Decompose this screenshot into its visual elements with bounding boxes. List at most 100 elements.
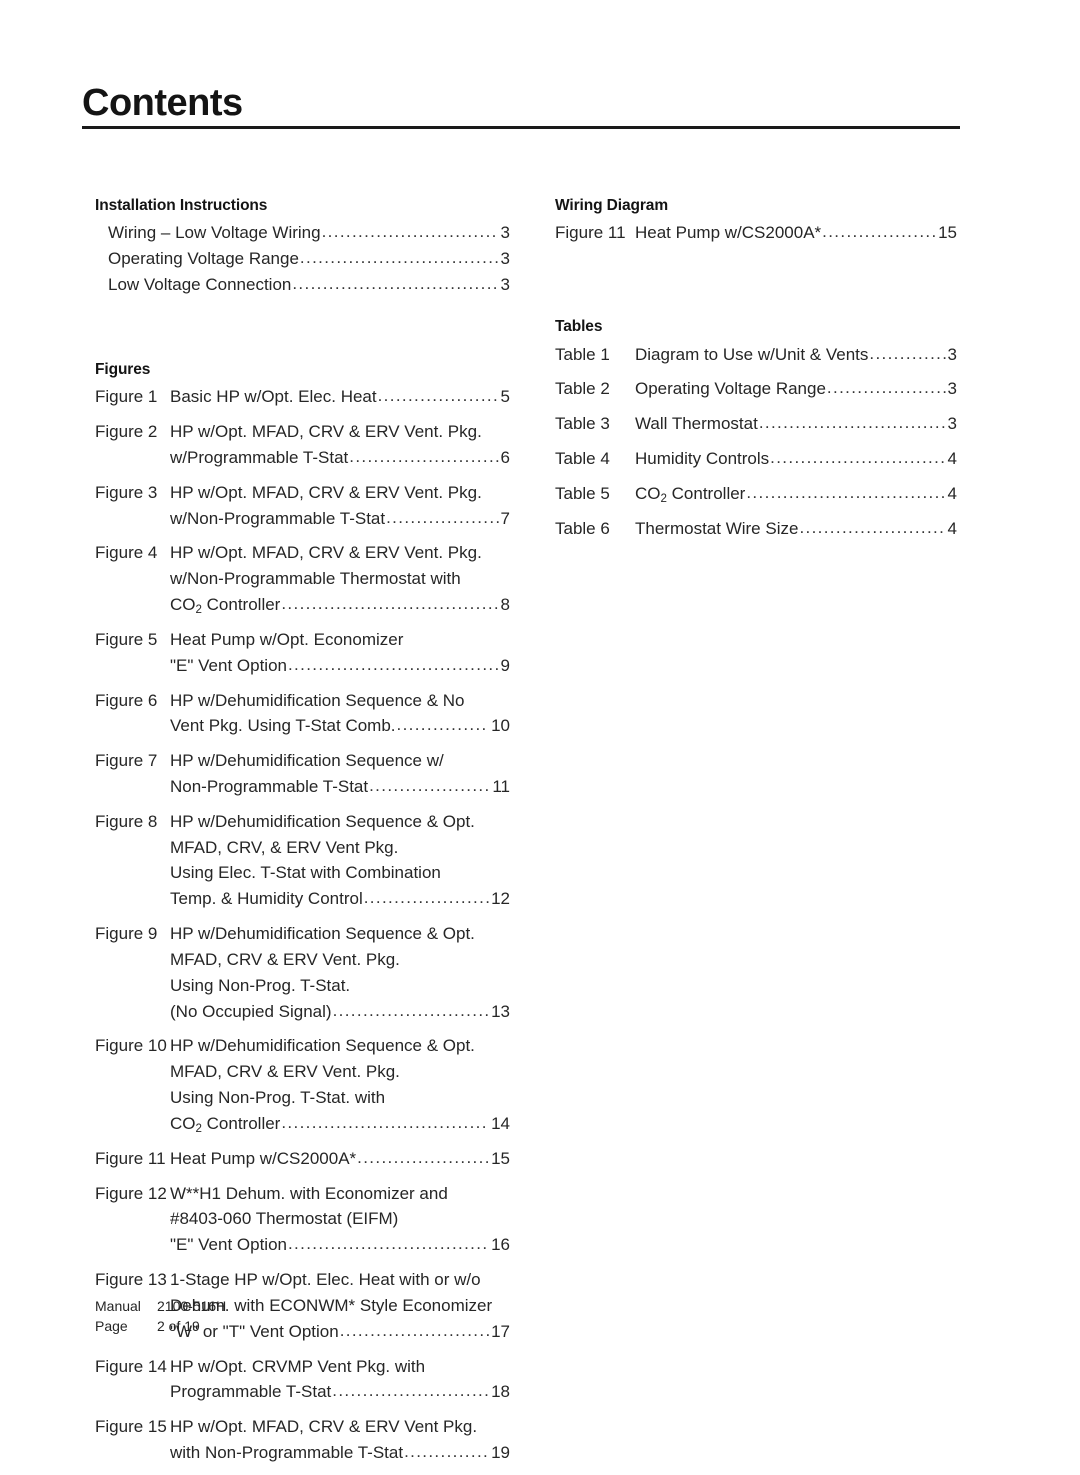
toc-entry-text: w/Programmable T-Stat: [170, 447, 349, 467]
toc-entry-leader-dots: [288, 652, 499, 678]
toc-entry-line: CO2 Controller 8: [170, 592, 510, 618]
toc-entry-line: Vent Pkg. Using T-Stat Comb. 10: [170, 713, 510, 739]
toc-entry-page-number: 3: [947, 344, 957, 364]
toc-entry-leader-dots: [369, 773, 490, 799]
toc-entry-table-6[interactable]: Table 6 Thermostat Wire Size 4: [555, 516, 957, 542]
toc-entry-line: HP w/Opt. CRVMP Vent Pkg. with: [170, 1354, 510, 1380]
footer-manual-number: 2100-516H: [157, 1298, 227, 1314]
toc-entry-figure-5[interactable]: Figure 5 Heat Pump w/Opt. Economizer "E" V…: [95, 627, 510, 679]
toc-entry-figure-14[interactable]: Figure 14 HP w/Opt. CRVMP Vent Pkg. with P…: [95, 1354, 510, 1406]
toc-entry-body: HP w/Opt. MFAD, CRV & ERV Vent. Pkg. w/No…: [170, 480, 510, 532]
toc-entry-page-number: 13: [491, 1001, 510, 1021]
toc-entry-leader-dots: [322, 219, 499, 245]
toc-entry-text: Diagram to Use w/Unit & Vents: [635, 344, 869, 364]
toc-entry-table-5[interactable]: Table 5 CO2 Controller 4: [555, 481, 957, 507]
toc-entry-line: Using Non-Prog. T-Stat.: [170, 973, 510, 999]
toc-entry-line: Programmable T-Stat 18: [170, 1379, 510, 1405]
toc-entry-text: HP w/Dehumidification Sequence w/: [170, 751, 444, 771]
toc-entry-line: HP w/Opt. MFAD, CRV & ERV Vent. Pkg.: [170, 419, 510, 445]
toc-entry-label: Table 6: [555, 518, 610, 538]
toc-entry-text: HP w/Opt. MFAD, CRV & ERV Vent. Pkg.: [170, 482, 482, 502]
toc-entry-leader-dots: [770, 445, 945, 471]
toc-entry-text: HP w/Opt. MFAD, CRV & ERV Vent Pkg.: [170, 1417, 478, 1437]
toc-entry-line: (No Occupied Signal) 13: [170, 999, 510, 1025]
toc-entry-figure-4[interactable]: Figure 4 HP w/Opt. MFAD, CRV & ERV Vent. …: [95, 540, 510, 617]
toc-entry-table-4[interactable]: Table 4 Humidity Controls 4: [555, 446, 957, 472]
toc-entry-figure-12[interactable]: Figure 12 W**H1 Dehum. with Economizer an…: [95, 1181, 510, 1258]
toc-entry-body: Diagram to Use w/Unit & Vents 3: [635, 342, 957, 368]
toc-entry-leader-dots: [746, 480, 945, 506]
toc-entry-figure-11[interactable]: Figure 11Heat Pump w/CS2000A*15: [555, 220, 957, 246]
toc-entry-figure-2[interactable]: Figure 2 HP w/Opt. MFAD, CRV & ERV Vent. …: [95, 419, 510, 471]
toc-entry-page-number: 4: [947, 483, 957, 503]
toc-entry-text: "E" Vent Option: [170, 1235, 287, 1255]
toc-entry-body: Humidity Controls 4: [635, 446, 957, 472]
toc-entry-leader-dots: [281, 1110, 489, 1136]
toc-entry-text: w/Non-Programmable Thermostat with: [170, 569, 461, 589]
toc-entry-leader-dots: [397, 712, 490, 738]
toc-entry[interactable]: Low Voltage Connection 3: [95, 272, 510, 298]
toc-entry-label: Figure 14: [95, 1356, 167, 1376]
toc-entry-figure-15[interactable]: Figure 15 HP w/Opt. MFAD, CRV & ERV Vent …: [95, 1414, 510, 1466]
toc-entry-text: Temp. & Humidity Control: [170, 889, 363, 909]
toc-entry-line: Heat Pump w/CS2000A* 15: [170, 1146, 510, 1172]
toc-entry-leader-dots: [357, 1145, 489, 1171]
toc-entry-line: W**H1 Dehum. with Economizer and: [170, 1181, 510, 1207]
toc-entry-line: CO2 Controller 4: [635, 481, 957, 507]
toc-entry-body: HP w/Dehumidification Sequence & Opt. MFA…: [170, 809, 510, 912]
title-underline-rule: [82, 126, 960, 129]
toc-entry-label: Figure 6: [95, 690, 158, 710]
page-header: Contents: [82, 84, 960, 129]
toc-entry-body: HP w/Dehumidification Sequence w/Non-Pro…: [170, 748, 510, 800]
toc-entry-body: HP w/Opt. MFAD, CRV & ERV Vent Pkg. with …: [170, 1414, 510, 1466]
section-heading-wiring-diagram: Wiring Diagram: [555, 197, 669, 214]
toc-entry-page-number: 3: [947, 379, 957, 399]
toc-entry-leader-dots: [333, 998, 490, 1024]
toc-entry-text: Heat Pump w/Opt. Economizer: [170, 629, 404, 649]
toc-entry-figure-10[interactable]: Figure 10 HP w/Dehumidification Sequence …: [95, 1033, 510, 1136]
toc-entry-line: "E" Vent Option 16: [170, 1232, 510, 1258]
toc-entry-line: Heat Pump w/Opt. Economizer: [170, 627, 510, 653]
toc-entry-line: HP w/Opt. MFAD, CRV & ERV Vent Pkg.: [170, 1414, 510, 1440]
toc-entry-line: w/Non-Programmable Thermostat with: [170, 566, 510, 592]
toc-entry-figure-6[interactable]: Figure 6 HP w/Dehumidification Sequence &…: [95, 688, 510, 740]
section-heading-tables: Tables: [555, 318, 603, 336]
toc-entry-line: Temp. & Humidity Control 12: [170, 886, 510, 912]
toc-entry-text: "E" Vent Option: [170, 655, 287, 675]
toc-entry-figure-3[interactable]: Figure 3 HP w/Opt. MFAD, CRV & ERV Vent. …: [95, 480, 510, 532]
toc-entry-page-number: 6: [500, 447, 510, 467]
toc-entry-figure-8[interactable]: Figure 8 HP w/Dehumidification Sequence &…: [95, 809, 510, 912]
toc-entry-page-number: 19: [491, 1443, 510, 1463]
toc-entry-text: Vent Pkg. Using T-Stat Comb.: [170, 716, 396, 736]
toc-entry-body: Thermostat Wire Size 4: [635, 516, 957, 542]
toc-entry-page-number: 4: [947, 449, 957, 469]
toc-entry-line: MFAD, CRV & ERV Vent. Pkg.: [170, 947, 510, 973]
toc-entry-line: HP w/Dehumidification Sequence w/: [170, 748, 510, 774]
toc-entry-line: Non-Programmable T-Stat 11: [170, 774, 510, 800]
toc-entry-table-1[interactable]: Table 1 Diagram to Use w/Unit & Vents 3: [555, 342, 957, 368]
toc-entry-label: Figure 9: [95, 924, 158, 944]
page-title: Contents: [82, 82, 243, 124]
toc-entry-title: Low Voltage Connection: [108, 275, 292, 295]
toc-entry-figure-1[interactable]: Figure 1 Basic HP w/Opt. Elec. Heat 5: [95, 384, 510, 410]
document-page: Contents Installation Instructions Wiring…: [0, 0, 1080, 1462]
toc-entry-label: Figure 10: [95, 1036, 167, 1056]
toc-entry[interactable]: Operating Voltage Range 3: [95, 246, 510, 272]
toc-entry-text: Wall Thermostat: [635, 414, 758, 434]
toc-entry-leader-dots: [300, 245, 499, 271]
toc-entry[interactable]: Wiring – Low Voltage Wiring 3: [95, 220, 510, 246]
toc-entry-line: Using Elec. T-Stat with Combination: [170, 860, 510, 886]
toc-entry-line: #8403-060 Thermostat (EIFM): [170, 1206, 510, 1232]
toc-entry-table-3[interactable]: Table 3 Wall Thermostat 3: [555, 411, 957, 437]
toc-left-column: Installation Instructions Wiring – Low Vo…: [95, 196, 510, 1475]
toc-entry-text: HP w/Dehumidification Sequence & Opt.: [170, 1036, 475, 1056]
toc-entry-table-2[interactable]: Table 2 Operating Voltage Range 3: [555, 376, 957, 402]
toc-entry-figure-7[interactable]: Figure 7 HP w/Dehumidification Sequence w…: [95, 748, 510, 800]
toc-entry-text: HP w/Dehumidification Sequence & Opt.: [170, 924, 475, 944]
toc-entry-text: (No Occupied Signal): [170, 1001, 332, 1021]
toc-entry-figure-9[interactable]: Figure 9 HP w/Dehumidification Sequence &…: [95, 921, 510, 1024]
toc-entry-body: Heat Pump w/Opt. Economizer "E" Vent Opti…: [170, 627, 510, 679]
footer-page-label: Page: [95, 1318, 128, 1335]
toc-entry-figure-11[interactable]: Figure 11Heat Pump w/CS2000A*15: [95, 1146, 510, 1172]
toc-entry-leader-dots: [827, 375, 946, 401]
